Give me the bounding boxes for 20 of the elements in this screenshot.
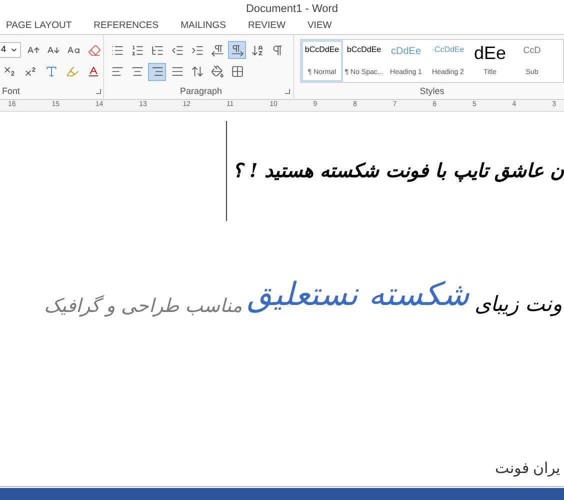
right-to-left-icon[interactable] [228,41,246,59]
calligraphy-text: شکسته نستعلیق [247,274,470,315]
dialog-launcher-icon[interactable] [285,88,290,94]
calligraphy-text: ونت زیبای [474,290,562,318]
document-heading: ن عاشق تایپ با فونت شکسته هستید ! ؟ [232,158,564,184]
window-title: Document1 - Word [244,2,338,17]
ribbon-tab[interactable]: MAILINGS [180,18,226,34]
ribbon-tab[interactable]: PAGE LAYOUT [6,18,72,34]
dialog-launcher-icon[interactable] [96,88,101,94]
ribbon-tab[interactable]: REFERENCES [94,18,159,34]
group-label: Paragraph [180,84,222,98]
dropdown-caret-icon[interactable] [10,46,18,54]
ribbon-tab[interactable]: REVIEW [248,18,286,34]
footer-text: یران فونت [494,458,560,479]
align-right-icon[interactable] [148,62,166,81]
calligraphy-text: مناسب طراحی و گرافیک [44,294,242,320]
ribbon-tab[interactable]: VIEW [307,18,332,34]
group-label: Font [2,84,20,98]
font-size-field[interactable]: 4 [0,42,22,58]
group-label: Styles [420,84,444,98]
